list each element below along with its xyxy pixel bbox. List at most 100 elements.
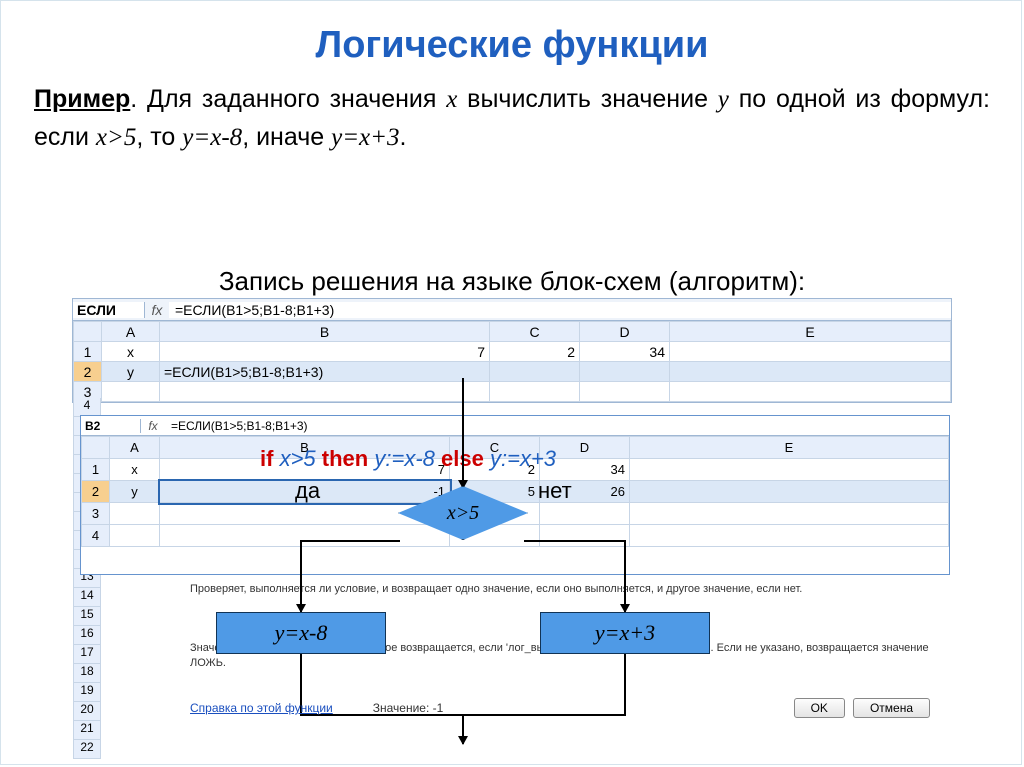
row-num[interactable]: 17 (73, 645, 101, 664)
formula1: y=x-8 (182, 124, 242, 151)
dialog-footer: Справка по этой функции Значение: -1 OK … (190, 698, 930, 718)
cell[interactable]: y (110, 481, 160, 503)
formula-input[interactable]: =ЕСЛИ(B1>5;B1-8;B1+3) (169, 302, 951, 318)
fx-icon[interactable]: fx (141, 419, 165, 433)
code-then-expr: y:=x-8 (374, 446, 435, 471)
table-row: 1 x 7 2 34 (74, 342, 951, 362)
text: . Для заданного значения (130, 85, 446, 113)
row-num[interactable]: 1 (82, 459, 110, 481)
cell[interactable] (110, 525, 160, 547)
row-num[interactable]: 18 (73, 664, 101, 683)
cell[interactable] (540, 503, 630, 525)
cancel-button[interactable]: Отмена (853, 698, 930, 718)
col-e[interactable]: E (670, 322, 951, 342)
table-row: 3 (74, 382, 951, 402)
cell[interactable] (110, 503, 160, 525)
box-text: y=x-8 (275, 620, 328, 646)
label-example: Пример (34, 85, 130, 113)
text: вычислить значение (457, 85, 717, 113)
fx-icon[interactable]: fx (145, 302, 169, 318)
flow-line (300, 540, 302, 612)
flow-line (624, 540, 626, 612)
code-cond: x>5 (280, 446, 316, 471)
row-num[interactable]: 21 (73, 721, 101, 740)
flow-box-false: y=x+3 (540, 612, 710, 654)
value: -1 (433, 701, 444, 715)
cell[interactable] (630, 481, 949, 503)
label-no: нет (538, 478, 572, 504)
table-row: 4 (82, 525, 949, 547)
formula-input[interactable]: =ЕСЛИ(B1>5;B1-8;B1+3) (165, 419, 949, 433)
row-num[interactable]: 15 (73, 607, 101, 626)
label-yes: да (295, 478, 320, 504)
row-num[interactable]: 2 (74, 362, 102, 382)
ok-button[interactable]: OK (794, 698, 845, 718)
text: . (400, 123, 407, 151)
row-num[interactable]: 1 (74, 342, 102, 362)
cell[interactable] (670, 382, 951, 402)
name-box[interactable]: ЕСЛИ (73, 302, 145, 318)
cell[interactable]: 34 (580, 342, 670, 362)
col-headers: A B C D E (74, 322, 951, 342)
col-d[interactable]: D (580, 322, 670, 342)
flow-line (300, 540, 400, 542)
row-num[interactable]: 4 (82, 525, 110, 547)
cell[interactable] (160, 525, 450, 547)
cell[interactable]: 7 (160, 342, 490, 362)
cell[interactable] (102, 382, 160, 402)
cell[interactable] (670, 342, 951, 362)
var-x: x (446, 86, 457, 113)
cell[interactable] (670, 362, 951, 382)
code-line: if x>5 then y:=x-8 else y:=x+3 (260, 446, 556, 472)
row-num[interactable]: 16 (73, 626, 101, 645)
cond: x>5 (96, 124, 136, 151)
kw-then: then (322, 446, 368, 471)
formula2: y=x+3 (331, 124, 399, 151)
row-num[interactable]: 20 (73, 702, 101, 721)
cell[interactable] (630, 525, 949, 547)
flow-line (524, 540, 626, 542)
subtitle-overlay: Запись решения на языке блок-схем (алгор… (0, 266, 1024, 297)
help-link[interactable]: Справка по этой функции (190, 701, 333, 715)
code-else-expr: y:=x+3 (490, 446, 556, 471)
row-num[interactable]: 22 (73, 740, 101, 759)
cell[interactable] (540, 525, 630, 547)
example-paragraph: Пример. Для заданного значения x вычисли… (0, 81, 1024, 166)
cell[interactable]: 2 (490, 342, 580, 362)
page-title: Логические функции (0, 0, 1024, 81)
text: , то (136, 123, 182, 151)
col-e[interactable]: E (630, 437, 949, 459)
cell[interactable] (490, 382, 580, 402)
col-a[interactable]: A (102, 322, 160, 342)
row-num[interactable]: 2 (82, 481, 110, 503)
value-label: Значение: -1 (373, 701, 444, 715)
cell[interactable]: x (110, 459, 160, 481)
flow-box-true: y=x-8 (216, 612, 386, 654)
cell[interactable] (630, 503, 949, 525)
cell[interactable] (160, 382, 490, 402)
formula-bar: ЕСЛИ fx =ЕСЛИ(B1>5;B1-8;B1+3) (73, 299, 951, 321)
cell[interactable] (490, 362, 580, 382)
cell[interactable] (580, 362, 670, 382)
col-b[interactable]: B (160, 322, 490, 342)
spreadsheet-outer: ЕСЛИ fx =ЕСЛИ(B1>5;B1-8;B1+3) A B C D E … (72, 298, 952, 403)
cell[interactable]: y (102, 362, 160, 382)
cell[interactable] (630, 459, 949, 481)
kw-if: if (260, 446, 273, 471)
label: Значение: (373, 701, 430, 715)
cell[interactable] (580, 382, 670, 402)
cell[interactable]: x (102, 342, 160, 362)
row-num[interactable]: 3 (82, 503, 110, 525)
box-text: y=x+3 (595, 620, 655, 646)
grid-outer: A B C D E 1 x 7 2 34 2 y =ЕСЛИ(B1>5;B1-8… (73, 321, 951, 402)
row-num[interactable]: 14 (73, 588, 101, 607)
row-num[interactable]: 19 (73, 683, 101, 702)
table-row: 2 y =ЕСЛИ(B1>5;B1-8;B1+3) (74, 362, 951, 382)
text: , иначе (242, 123, 331, 151)
cell-formula[interactable]: =ЕСЛИ(B1>5;B1-8;B1+3) (160, 362, 490, 382)
flow-line (462, 378, 464, 488)
name-box[interactable]: B2 (81, 419, 141, 433)
col-a[interactable]: A (110, 437, 160, 459)
var-y: y (718, 86, 729, 113)
col-c[interactable]: C (490, 322, 580, 342)
